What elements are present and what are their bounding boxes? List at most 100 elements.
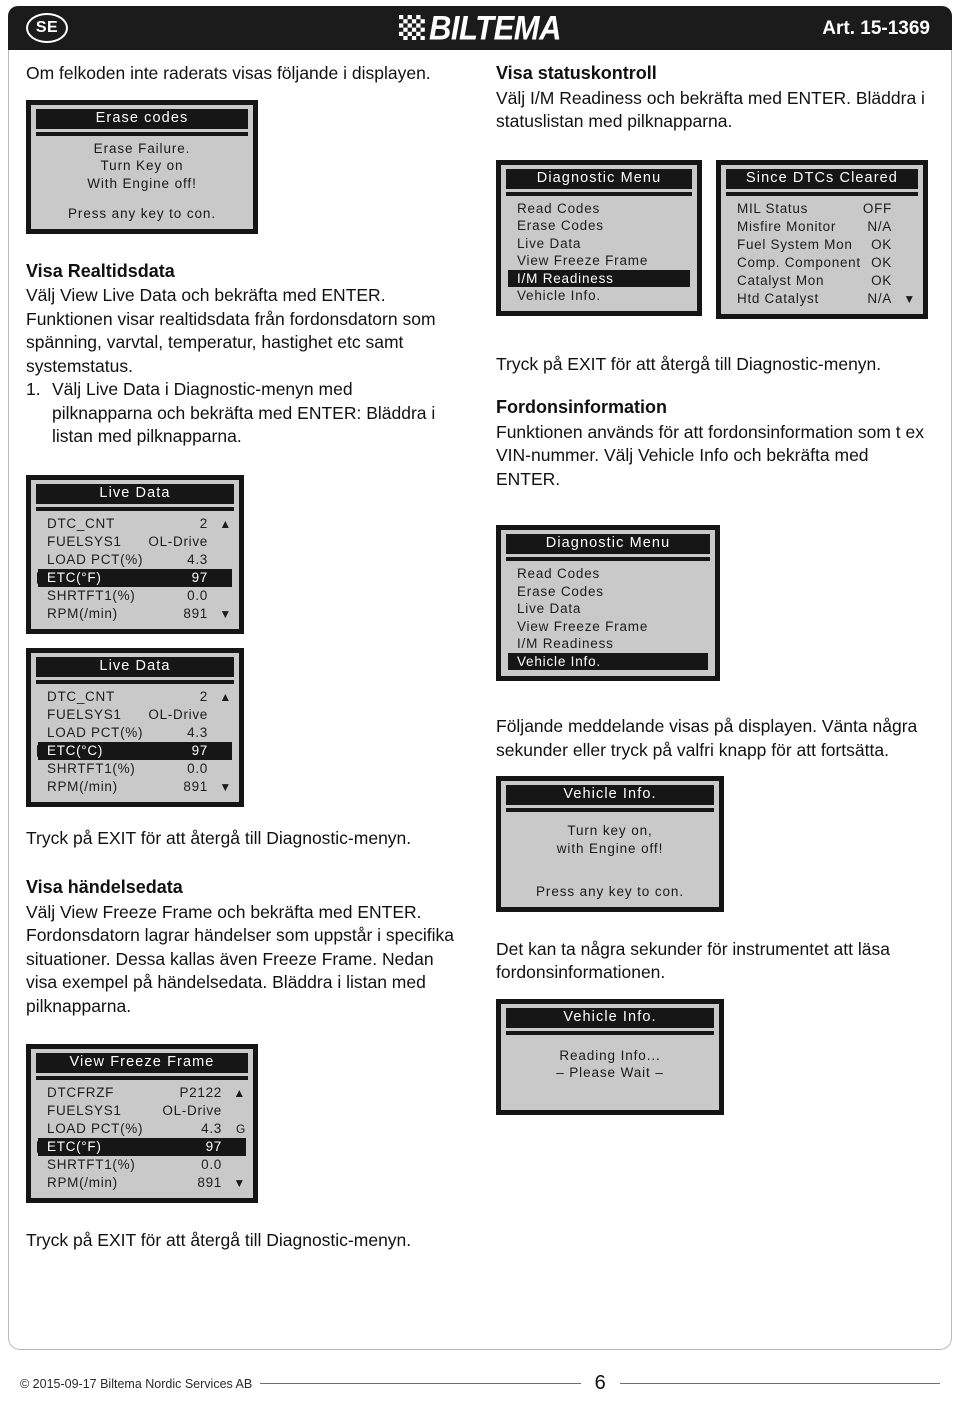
row-value: 0.0 [201, 1157, 222, 1172]
menu-item-view-freeze-frame: View Freeze Frame [508, 618, 708, 636]
title-rule [36, 131, 248, 136]
menu-item-label: Live Data [517, 601, 582, 616]
data-rows: DTC_CNT 2 ▲ FUELSYS1 OL-Drive LOAD PCT(%) 4.… [36, 688, 234, 796]
row-value: 97 [191, 569, 208, 585]
menu-item-label: Read Codes [517, 566, 601, 581]
row-value: 97 [191, 742, 208, 758]
selection-caret-icon [508, 656, 515, 667]
data-rows: DTCFRZF P2122 ▲ FUELSYS1 OL-Drive LOAD PCT(… [36, 1084, 248, 1192]
message-line-3: Press any key to con. [536, 884, 684, 899]
screen-title: Erase codes [36, 108, 248, 129]
row-label: ETC(°F) [47, 569, 102, 585]
page-header: SE BILTEMA Art. 15-1369 [8, 6, 952, 50]
menu-items: Read Codes Erase Codes Live Data View Fr… [506, 565, 710, 670]
scroll-down-arrow-icon: ▼ [903, 291, 916, 306]
row-value: OL-Drive [148, 706, 208, 722]
row-value: 0.0 [187, 760, 208, 776]
selection-caret-icon [37, 1141, 45, 1153]
table-row-selected: ETC(°C) 97 [37, 741, 232, 760]
menu-item-label: I/M Readiness [517, 636, 614, 651]
list-item: 1. Välj Live Data i Diagnostic-menyn med… [26, 378, 456, 449]
event-data-heading: Visa händelsedata [26, 877, 183, 897]
row-label: Fuel System Mon [737, 236, 853, 252]
live-data-fahrenheit-screen: Live Data DTC_CNT 2 ▲ FUELSYS1 OL-Drive LOA… [26, 474, 244, 634]
row-label: ETC(°F) [47, 1139, 102, 1154]
message-line-1: Erase Failure. [93, 140, 191, 156]
menu-item-im-readiness: I/M Readiness [508, 635, 708, 653]
row-label: DTC_CNT [47, 515, 115, 531]
footer-rule-left [260, 1383, 581, 1384]
table-row: RPM(/min) 891 ▼ [38, 1174, 246, 1192]
message-line-2: with Engine off! [556, 840, 664, 856]
table-row: LOAD PCT(%) 4.3 [38, 724, 232, 742]
live-data-celsius-screen: Live Data DTC_CNT 2 ▲ FUELSYS1 OL-Drive LOA… [26, 647, 244, 807]
table-row: RPM(/min) 891 ▼ [38, 778, 232, 796]
menu-item-live-data: Live Data [508, 600, 708, 618]
menu-item-erase-codes: Erase Codes [508, 583, 708, 601]
scroll-up-arrow-icon: ▲ [219, 689, 232, 704]
diagnostic-menu-screen-2: Diagnostic Menu Read Codes Erase Codes L… [496, 525, 720, 681]
vehicle-info-paragraph: Funktionen används för att fordonsinform… [496, 421, 925, 489]
menu-item-vehicle-info: Vehicle Info. [508, 287, 690, 305]
screen-title: Diagnostic Menu [506, 168, 692, 189]
list-number: 1. [26, 379, 41, 399]
intro-paragraph: Om felkoden inte raderats visas följande… [26, 63, 431, 83]
menu-item-erase-codes: Erase Codes [508, 217, 690, 235]
table-row: Htd Catalyst N/A ▼ [728, 290, 916, 308]
table-row: FUELSYS1 OL-Drive [38, 533, 232, 551]
screen-message: Reading Info... – Please Wait – [506, 1039, 714, 1104]
brand-name: BILTEMA [429, 7, 561, 48]
checkered-flag-icon [399, 15, 426, 40]
screen-message: Turn key on, with Engine off! Press any … [506, 816, 714, 901]
row-label: Comp. Component [737, 254, 861, 270]
screen-title: Diagnostic Menu [506, 534, 710, 554]
message-line-3: With Engine off! [87, 175, 197, 191]
row-label: LOAD PCT(%) [47, 551, 144, 567]
list-text: Välj Live Data i Diagnostic-menyn med pi… [52, 379, 436, 446]
title-rule [506, 557, 710, 561]
row-label: FUELSYS1 [47, 1103, 122, 1118]
table-row: FUELSYS1 OL-Drive [38, 1102, 246, 1120]
scroll-up-arrow-icon: ▲ [233, 1086, 246, 1100]
table-row: DTCFRZF P2122 ▲ [38, 1084, 246, 1102]
scroll-down-arrow-icon: ▼ [219, 779, 232, 794]
table-row: Fuel System Mon OK [728, 236, 916, 254]
table-row: Catalyst Mon OK [728, 272, 916, 290]
scroll-down-arrow-icon: ▼ [219, 606, 232, 621]
status-badge: N/A [867, 290, 892, 306]
row-label: RPM(/min) [47, 778, 118, 794]
message-line-2: Turn Key on [100, 158, 184, 173]
table-row: RPM(/min) 891 ▼ [38, 605, 232, 623]
exit-note-right-1: Tryck på EXIT för att återgå till Diagno… [496, 353, 882, 374]
vehicle-info-screen-2: Vehicle Info. Reading Info... – Please W… [496, 998, 724, 1115]
table-row: DTC_CNT 2 ▲ [38, 515, 232, 533]
screen-title: Live Data [36, 656, 234, 677]
since-dtcs-cleared-screen: Since DTCs Cleared MIL Status OFF Misfire… [716, 159, 928, 319]
menu-item-label: Vehicle Info. [517, 653, 601, 669]
row-label: SHRTFT1(%) [47, 760, 136, 776]
menu-item-im-readiness-selected: I/M Readiness [508, 269, 690, 287]
table-row-selected: ETC(°F) 97 [37, 1138, 246, 1156]
realtime-heading: Visa Realtidsdata [26, 260, 175, 281]
screen-title: View Freeze Frame [36, 1053, 248, 1073]
page-footer: © 2015-09-17 Biltema Nordic Services AB … [0, 1372, 960, 1395]
menu-item-read-codes: Read Codes [508, 565, 708, 583]
menu-item-view-freeze-frame: View Freeze Frame [508, 252, 690, 270]
row-value: 4.3 [187, 724, 208, 740]
view-freeze-frame-screen: View Freeze Frame DTCFRZF P2122 ▲ FUELSYS1… [26, 1044, 258, 1203]
row-label: Catalyst Mon [737, 272, 825, 288]
menu-item-label: Erase Codes [517, 218, 604, 233]
row-label: DTCFRZF [47, 1085, 115, 1100]
selection-caret-icon [508, 273, 515, 284]
title-rule [36, 679, 234, 684]
row-label: DTC_CNT [47, 688, 115, 704]
row-value: 97 [205, 1139, 222, 1154]
screen-title: Live Data [36, 483, 234, 504]
table-row: LOAD PCT(%) 4.3 [38, 551, 232, 569]
screen-title: Vehicle Info. [506, 1007, 714, 1028]
menu-item-read-codes: Read Codes [508, 200, 690, 218]
left-column: Om felkoden inte raderats visas följande… [26, 62, 456, 1253]
row-label: LOAD PCT(%) [47, 724, 144, 740]
row-label: ETC(°C) [47, 742, 104, 758]
row-label: Htd Catalyst [737, 290, 819, 306]
